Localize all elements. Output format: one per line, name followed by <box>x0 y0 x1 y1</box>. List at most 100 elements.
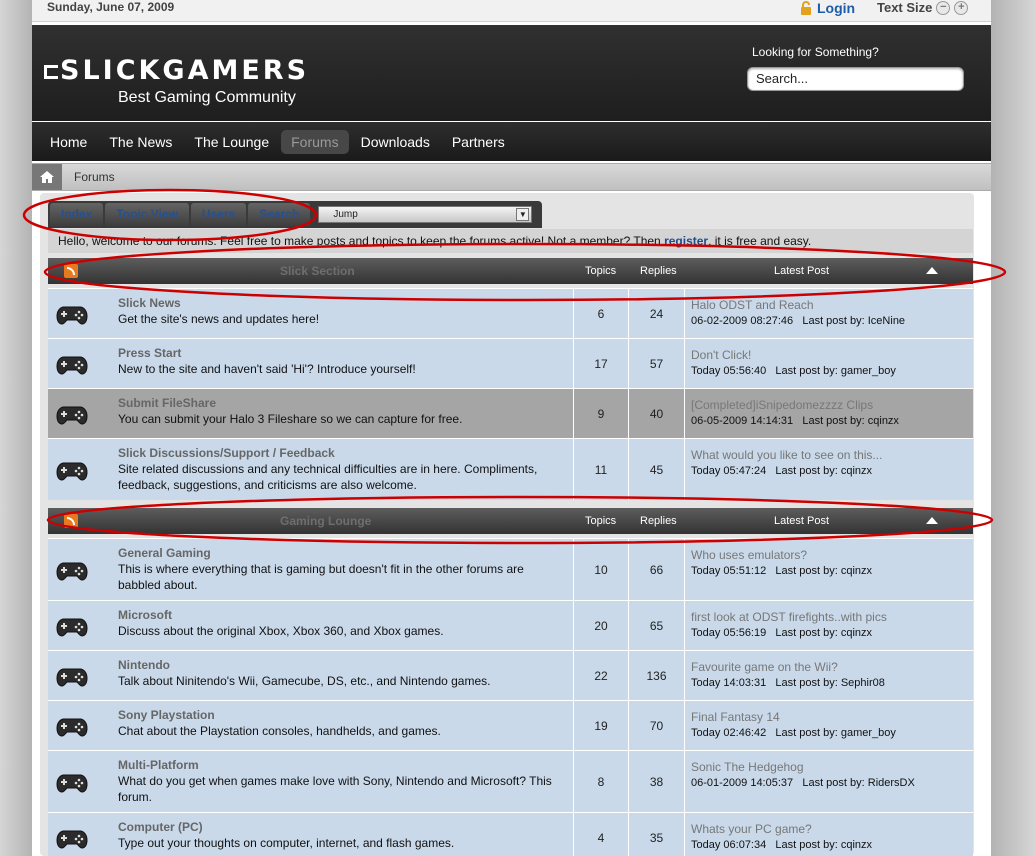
latest-post-author[interactable]: Last post by: Sephir08 <box>775 677 884 689</box>
forum-name-link[interactable]: Multi-Platform <box>118 757 568 773</box>
forum-row: Microsoft Discuss about the original Xbox… <box>48 600 973 650</box>
forum-name-link[interactable]: Sony Playstation <box>118 707 568 723</box>
controller-icon <box>48 751 95 812</box>
latest-post: Sonic The Hedgehog 06-01-2009 14:05:37 La… <box>684 751 973 812</box>
tab-users[interactable]: Users <box>190 203 247 226</box>
latest-post-title-link[interactable]: Don't Click! <box>691 347 973 363</box>
rss-icon[interactable] <box>64 514 78 528</box>
forum-info: Multi-Platform What do you get when games… <box>118 757 568 805</box>
nav-item-home[interactable]: Home <box>40 130 97 154</box>
text-size-decrease-button[interactable]: − <box>936 0 951 15</box>
forum-name-link[interactable]: General Gaming <box>118 545 568 561</box>
reply-count: 136 <box>628 651 684 700</box>
tab-topic-view[interactable]: Topic View <box>105 203 189 226</box>
forum-info: Computer (PC) Type out your thoughts on c… <box>118 819 568 851</box>
latest-post-title-link[interactable]: Sonic The Hedgehog <box>691 759 973 775</box>
reply-count: 35 <box>628 813 684 856</box>
jump-select[interactable]: Jump ▼ <box>318 206 533 223</box>
forum-row: Nintendo Talk about Ninitendo's Wii, Game… <box>48 650 973 700</box>
site-slogan: Best Gaming Community <box>118 89 296 106</box>
topic-count: 17 <box>573 339 628 388</box>
forum-name-link[interactable]: Nintendo <box>118 657 568 673</box>
latest-post-author[interactable]: Last post by: IceNine <box>802 315 905 327</box>
reply-count: 40 <box>628 389 684 438</box>
forum-row: Press Start New to the site and haven't s… <box>48 338 973 388</box>
latest-post-title-link[interactable]: What would you like to see on this... <box>691 447 973 463</box>
latest-post: Whats your PC game? Today 06:07:34 Last p… <box>684 813 973 856</box>
collapse-arrow-icon[interactable] <box>926 267 938 274</box>
column-latest-post: Latest Post <box>774 515 830 527</box>
latest-post-date: 06-05-2009 14:14:31 <box>691 415 794 427</box>
latest-post-author[interactable]: Last post by: gamer_boy <box>775 727 895 739</box>
forum-description: Talk about Ninitendo's Wii, Gamecube, DS… <box>118 674 491 688</box>
tab-search[interactable]: Search <box>248 203 311 226</box>
nav-item-forums[interactable]: Forums <box>281 129 349 154</box>
register-link[interactable]: register <box>664 234 708 248</box>
latest-post-author[interactable]: Last post by: RidersDX <box>802 777 915 789</box>
column-replies: Replies <box>640 515 677 527</box>
section-title[interactable]: Slick Section <box>280 264 355 278</box>
nav-item-downloads[interactable]: Downloads <box>351 130 440 154</box>
nav-item-the-lounge[interactable]: The Lounge <box>184 130 279 154</box>
collapse-arrow-icon[interactable] <box>926 517 938 524</box>
rss-icon[interactable] <box>64 264 78 278</box>
breadcrumb: Forums <box>32 163 991 191</box>
forum-description: Chat about the Playstation consoles, han… <box>118 724 441 738</box>
latest-post-title-link[interactable]: Who uses emulators? <box>691 547 973 563</box>
topic-count: 22 <box>573 651 628 700</box>
login-link[interactable]: Login <box>799 0 855 16</box>
forum-name-link[interactable]: Submit FileShare <box>118 395 568 411</box>
latest-post-title-link[interactable]: Whats your PC game? <box>691 821 973 837</box>
controller-icon <box>48 701 95 750</box>
forum-name-link[interactable]: Computer (PC) <box>118 819 568 835</box>
forum-name-link[interactable]: Slick News <box>118 295 568 311</box>
latest-post-author[interactable]: Last post by: cqinzx <box>775 465 872 477</box>
lock-icon <box>801 1 811 15</box>
site-logo[interactable]: SLICKGAMERS <box>44 55 309 86</box>
latest-post: Don't Click! Today 05:56:40 Last post by:… <box>684 339 973 388</box>
forum-description: New to the site and haven't said 'Hi'? I… <box>118 362 416 376</box>
search-label: Looking for Something? <box>752 45 879 59</box>
latest-post-title-link[interactable]: Favourite game on the Wii? <box>691 659 973 675</box>
forum-row: Slick News Get the site's news and update… <box>48 288 973 338</box>
latest-post: What would you like to see on this... Tod… <box>684 439 973 500</box>
controller-icon <box>48 651 95 700</box>
breadcrumb-current: Forums <box>74 170 115 184</box>
latest-post-author[interactable]: Last post by: cqinzx <box>775 839 872 851</box>
nav-item-partners[interactable]: Partners <box>442 130 515 154</box>
forum-description: Discuss about the original Xbox, Xbox 36… <box>118 624 444 638</box>
latest-post-author[interactable]: Last post by: cqinzx <box>802 415 899 427</box>
forum-name-link[interactable]: Microsoft <box>118 607 568 623</box>
login-label: Login <box>817 0 856 16</box>
section-title[interactable]: Gaming Lounge <box>280 514 371 528</box>
latest-post-title-link[interactable]: first look at ODST firefights..with pics <box>691 609 973 625</box>
controller-icon <box>48 339 95 388</box>
forum-description: You can submit your Halo 3 Fileshare so … <box>118 412 463 426</box>
forum-row: Multi-Platform What do you get when games… <box>48 750 973 812</box>
jump-select-value: Jump <box>333 209 358 220</box>
forum-info: Slick News Get the site's news and update… <box>118 295 568 327</box>
controller-icon <box>48 289 95 338</box>
column-topics: Topics <box>585 265 617 277</box>
latest-post-title-link[interactable]: Halo ODST and Reach <box>691 297 973 313</box>
controller-icon <box>48 813 95 856</box>
forum-row: General Gaming This is where everything t… <box>48 538 973 600</box>
main-nav: Home The News The Lounge Forums Download… <box>32 122 991 161</box>
latest-post-author[interactable]: Last post by: gamer_boy <box>775 365 895 377</box>
latest-post-author[interactable]: Last post by: cqinzx <box>775 565 872 577</box>
latest-post-title-link[interactable]: [Completed]iSnipedomezzzz Clips <box>691 397 973 413</box>
forum-name-link[interactable]: Press Start <box>118 345 568 361</box>
tab-index[interactable]: Index <box>50 203 104 226</box>
latest-post-date: Today 05:51:12 <box>691 565 767 577</box>
latest-post-title-link[interactable]: Final Fantasy 14 <box>691 709 973 725</box>
text-size-increase-button[interactable]: + <box>954 0 969 15</box>
latest-post: Halo ODST and Reach 06-02-2009 08:27:46 L… <box>684 289 973 338</box>
forum-row: Slick Discussions/Support / Feedback Site… <box>48 438 973 500</box>
search-input[interactable]: Search... <box>747 67 964 91</box>
forum-name-link[interactable]: Slick Discussions/Support / Feedback <box>118 445 568 461</box>
nav-item-the-news[interactable]: The News <box>99 130 182 154</box>
current-date: Sunday, June 07, 2009 <box>47 0 175 14</box>
latest-post-author[interactable]: Last post by: cqinzx <box>775 627 872 639</box>
text-size-control: Text Size − + <box>877 0 969 15</box>
home-breadcrumb-button[interactable] <box>32 164 62 190</box>
